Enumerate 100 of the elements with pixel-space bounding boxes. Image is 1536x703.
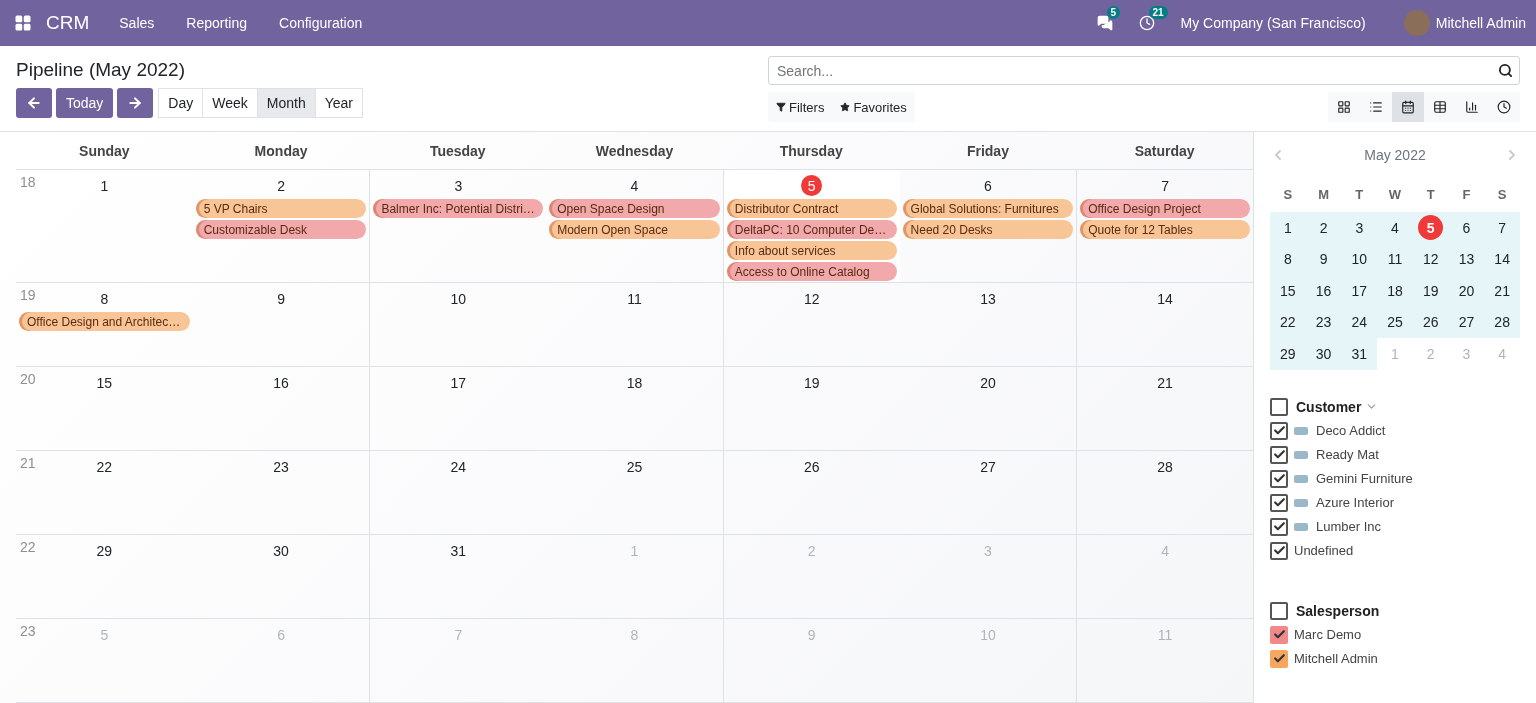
mini-calendar-day[interactable]: 20 <box>1448 275 1485 307</box>
day-number: 3 <box>453 176 464 196</box>
mini-calendar-day[interactable]: 1 <box>1270 212 1306 244</box>
week-number: 19 <box>20 287 36 303</box>
filter-section-title: Customer <box>1296 398 1362 415</box>
day-number: 18 <box>625 373 644 393</box>
mini-calendar-day[interactable]: 31 <box>1341 338 1378 370</box>
calendar-event[interactable]: 5 VP Chairs <box>195 199 367 218</box>
mini-weekday: F <box>1461 185 1472 204</box>
calendar-view-button[interactable] <box>1392 92 1424 122</box>
mini-calendar-day[interactable]: 24 <box>1341 306 1378 338</box>
day-number: 7 <box>1160 176 1170 196</box>
check-icon <box>1272 448 1286 461</box>
next-button[interactable] <box>117 88 154 118</box>
activity-count: 21 <box>1148 6 1168 19</box>
scale-button[interactable]: Year <box>314 88 364 118</box>
apps-menu-icon[interactable] <box>14 14 32 32</box>
checkbox[interactable] <box>1270 517 1288 536</box>
page-title: Pipeline (May 2022) <box>16 59 186 81</box>
mini-calendar-day[interactable]: 30 <box>1305 338 1342 370</box>
filter-label: Lumber Inc <box>1316 519 1382 534</box>
search-icon[interactable] <box>1498 63 1513 78</box>
day-number: 25 <box>625 457 644 477</box>
mini-calendar-day[interactable]: 19 <box>1412 275 1449 307</box>
calendar-event[interactable]: Office Design and Architec… <box>19 312 190 331</box>
calendar-event[interactable]: Open Space Design <box>549 199 720 218</box>
user-name[interactable]: Mitchell Admin <box>1435 15 1526 31</box>
filter-menu-button[interactable]: Filters <box>768 92 833 122</box>
week-number: 23 <box>20 623 36 639</box>
mini-calendar-day[interactable]: 3 <box>1341 212 1378 244</box>
calendar-event[interactable]: Need 20 Desks <box>902 220 1074 239</box>
mini-calendar-day[interactable]: 22 <box>1270 306 1306 338</box>
calendar-event[interactable]: Global Solutions: Furnitures <box>902 199 1074 218</box>
day-number: 31 <box>449 541 468 561</box>
calendar-event[interactable]: Balmer Inc: Potential Distri… <box>373 199 544 218</box>
mini-calendar-day[interactable]: 5 <box>1412 212 1449 244</box>
day-number: 11 <box>626 289 643 309</box>
checkbox[interactable] <box>1270 445 1288 464</box>
checkbox[interactable] <box>1270 397 1288 416</box>
prev-button[interactable] <box>16 88 52 118</box>
mini-calendar-day[interactable]: 15 <box>1270 275 1306 307</box>
day-number: 14 <box>1156 289 1174 309</box>
checkbox[interactable] <box>1270 601 1288 620</box>
checkbox[interactable] <box>1270 625 1288 644</box>
day-number: 28 <box>1156 457 1174 477</box>
calendar-event[interactable]: DeltaPC: 10 Computer De… <box>726 220 897 239</box>
star-icon <box>840 102 851 112</box>
filter-section-title: Salesperson <box>1296 602 1380 619</box>
check-icon <box>1272 652 1286 665</box>
list-view-icon <box>1369 100 1383 114</box>
calendar-event[interactable]: Customizable Desk <box>195 220 367 239</box>
menu-item[interactable]: Sales <box>119 15 155 31</box>
search-field[interactable]: Search... <box>768 56 1520 85</box>
calendar-event[interactable]: Access to Online Catalog <box>726 262 897 281</box>
mini-calendar-day[interactable]: 8 <box>1270 243 1306 275</box>
company-switcher[interactable]: My Company (San Francisco) <box>1180 15 1366 31</box>
clock-icon[interactable] <box>1138 15 1155 31</box>
chat-icon[interactable] <box>1096 15 1113 31</box>
checkbox[interactable] <box>1270 649 1288 668</box>
menu-item[interactable]: Configuration <box>279 15 363 31</box>
calendar-event[interactable]: Distributor Contract <box>726 199 897 218</box>
calendar-event[interactable]: Info about services <box>726 241 897 260</box>
scale-button[interactable]: Month <box>256 88 316 118</box>
scale-button[interactable]: Week <box>202 88 258 118</box>
app-name[interactable]: CRM <box>46 12 90 34</box>
mini-calendar-day[interactable]: 18 <box>1377 275 1413 307</box>
mini-calendar-day[interactable]: 16 <box>1305 275 1342 307</box>
mini-calendar-day[interactable]: 28 <box>1484 306 1520 338</box>
scale-button[interactable]: Day <box>158 88 204 118</box>
weekday-header: Sunday <box>16 132 193 170</box>
day-number: 9 <box>806 625 817 645</box>
mini-calendar-day[interactable]: 11 <box>1377 243 1413 275</box>
mini-calendar-day[interactable]: 10 <box>1341 243 1378 275</box>
mini-weekday: T <box>1354 185 1365 204</box>
mini-calendar-day[interactable]: 7 <box>1484 212 1520 244</box>
checkbox[interactable] <box>1270 421 1288 440</box>
mini-calendar-day[interactable]: 6 <box>1448 212 1485 244</box>
checkbox[interactable] <box>1270 469 1288 488</box>
checkbox[interactable] <box>1270 493 1288 512</box>
week-number: 22 <box>20 539 36 555</box>
mini-calendar-day[interactable]: 17 <box>1341 275 1378 307</box>
day-number: 3 <box>983 541 993 561</box>
star-menu-button[interactable]: Favorites <box>832 92 915 122</box>
calendar-event[interactable]: Office Design Project <box>1080 199 1250 218</box>
calendar-event[interactable]: Quote for 12 Tables <box>1080 220 1250 239</box>
menu-item[interactable]: Reporting <box>186 15 247 31</box>
mini-calendar-day[interactable]: 14 <box>1484 243 1520 275</box>
mini-calendar-day[interactable]: 25 <box>1377 306 1413 338</box>
mini-calendar-day[interactable]: 29 <box>1270 338 1306 370</box>
checkbox[interactable] <box>1270 541 1288 560</box>
day-number: 7 <box>453 625 464 645</box>
day-number: 4 <box>1160 541 1170 561</box>
filter-label: Undefined <box>1294 543 1354 558</box>
day-number: 2 <box>276 176 286 196</box>
today-button[interactable]: Today <box>56 88 114 118</box>
mini-calendar-day[interactable]: 4 <box>1377 212 1413 244</box>
calendar-event[interactable]: Modern Open Space <box>549 220 720 239</box>
weekday-header: Tuesday <box>369 132 547 170</box>
mini-calendar-day[interactable]: 21 <box>1484 275 1520 307</box>
mini-calendar-day[interactable]: 2 <box>1305 212 1342 244</box>
